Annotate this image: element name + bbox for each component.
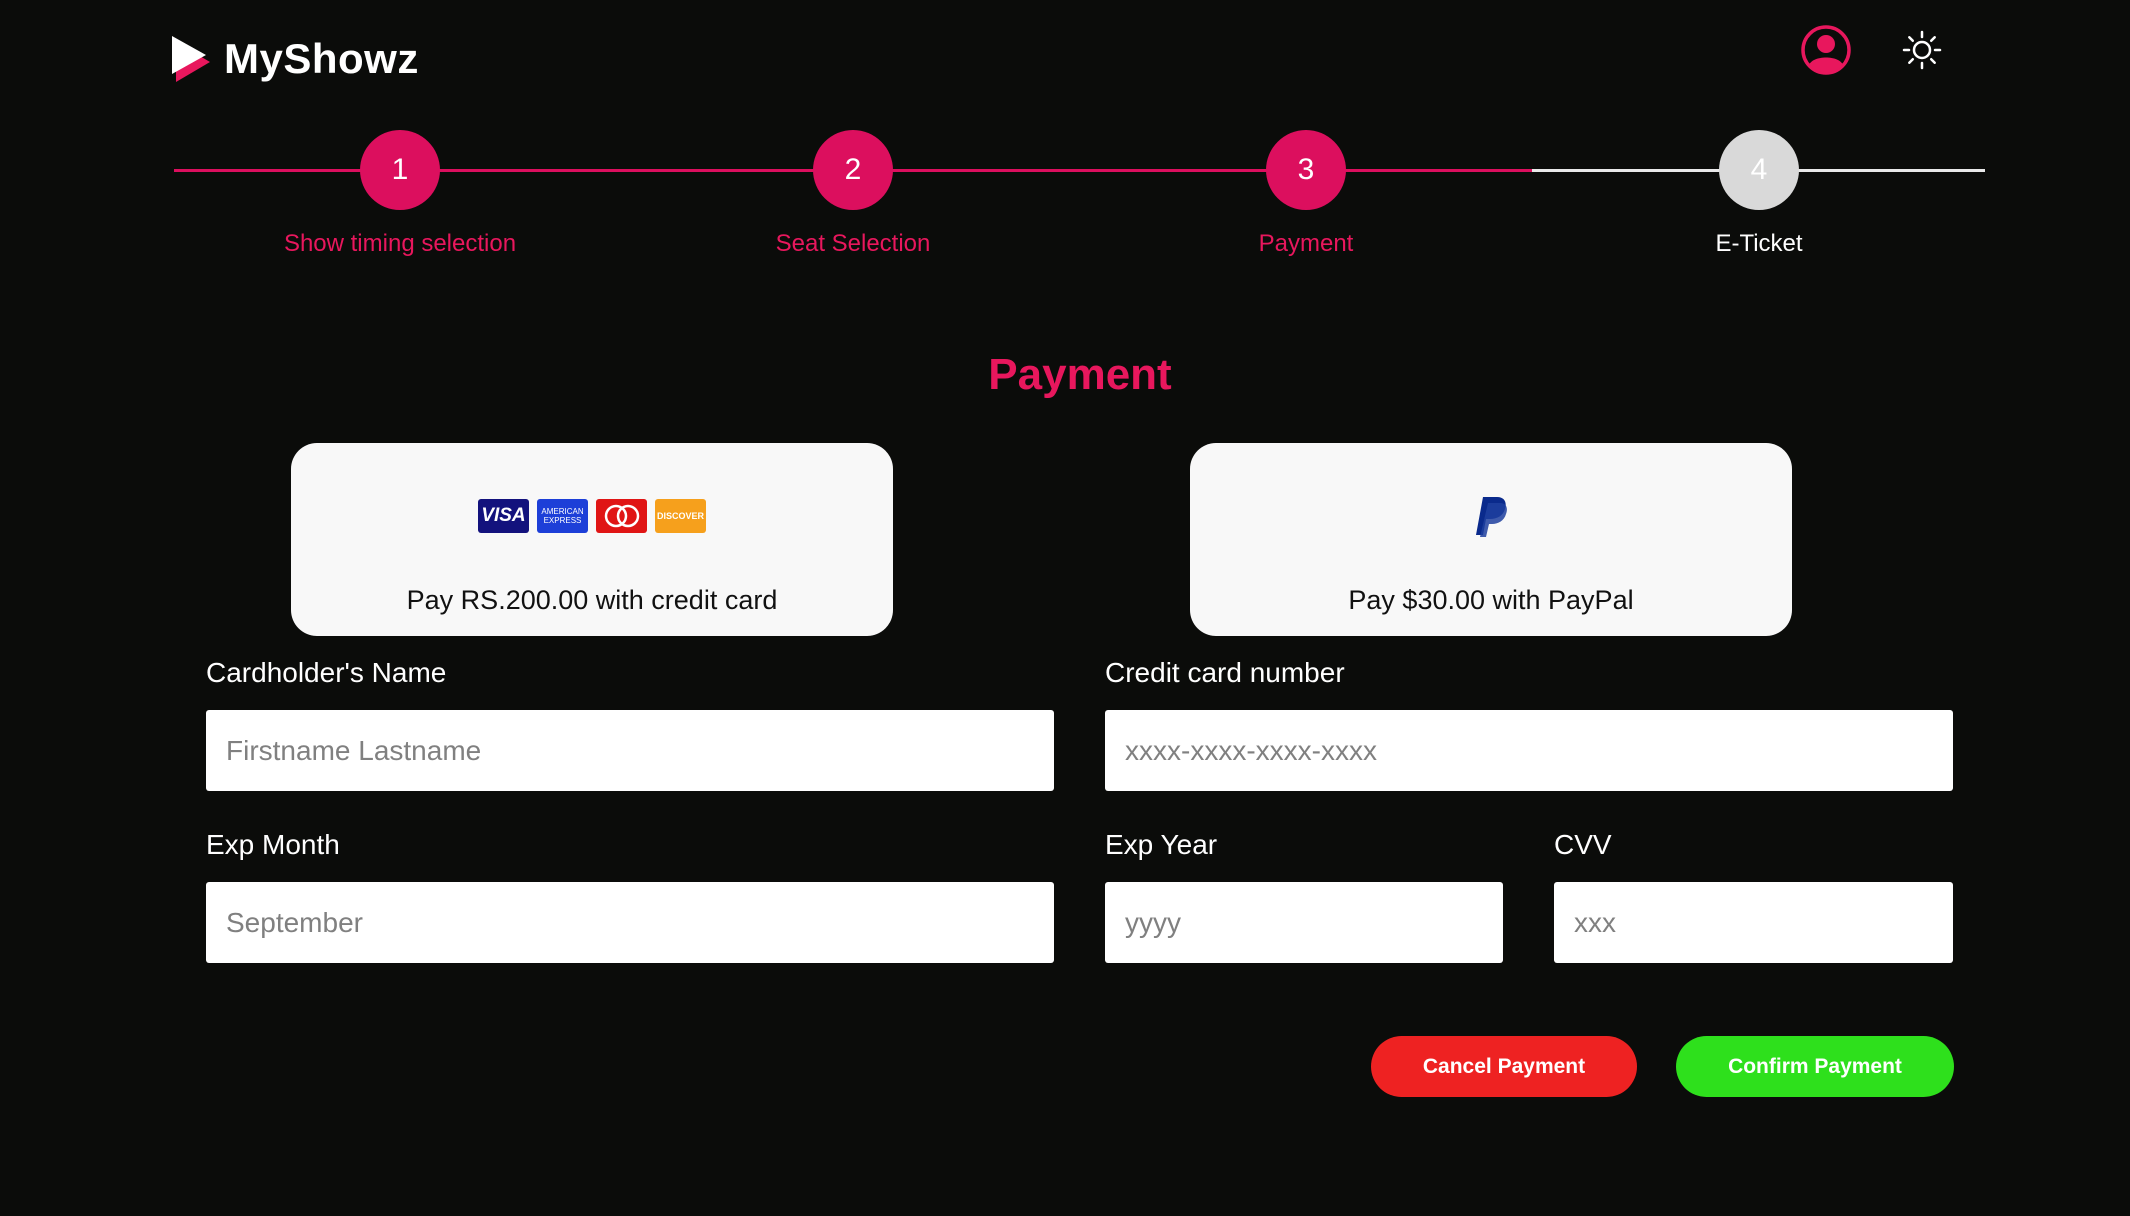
card-number-label: Credit card number [1105, 657, 1345, 688]
step-number-circle: 4 [1719, 130, 1799, 210]
card-brand-logos: VISA AMERICAN EXPRESS DISCOVER [478, 498, 706, 534]
step-e-ticket[interactable]: 4 E-Ticket [1559, 130, 1959, 258]
cvv-input[interactable] [1554, 882, 1953, 963]
payment-page: MyShowz 1 Show timing selection 2 Seat S… [0, 0, 2130, 1216]
step-label: Payment [1258, 230, 1354, 257]
step-seat-selection[interactable]: 2 Seat Selection [653, 130, 1053, 258]
cancel-payment-button[interactable]: Cancel Payment [1371, 1036, 1637, 1097]
step-label: Show timing selection [283, 230, 517, 257]
user-avatar-icon [1800, 24, 1852, 81]
user-account-button[interactable] [1798, 24, 1854, 80]
sun-theme-icon [1902, 30, 1942, 75]
booking-stepper: 1 Show timing selection 2 Seat Selection… [174, 130, 1985, 270]
step-label: E-Ticket [1715, 230, 1803, 257]
step-show-timing[interactable]: 1 Show timing selection [200, 130, 600, 258]
header-actions [1798, 24, 1950, 80]
paypal-icon [1473, 495, 1509, 537]
paypal-label: Pay $30.00 with PayPal [1348, 585, 1634, 615]
step-number-circle: 3 [1266, 130, 1346, 210]
brand-name: MyShowz [224, 35, 419, 82]
card-number-input[interactable] [1105, 710, 1953, 791]
visa-icon: VISA [478, 499, 529, 533]
page-title: Payment [988, 350, 1172, 399]
step-label: Seat Selection [775, 230, 931, 257]
exp-month-label: Exp Month [206, 829, 340, 860]
theme-toggle-button[interactable] [1894, 24, 1950, 80]
cvv-label: CVV [1554, 829, 1612, 860]
cardholder-name-label: Cardholder's Name [206, 657, 447, 688]
mastercard-icon [596, 499, 647, 533]
step-payment[interactable]: 3 Payment [1106, 130, 1506, 258]
discover-icon: DISCOVER [655, 499, 706, 533]
exp-year-label: Exp Year [1105, 829, 1218, 860]
exp-year-input[interactable] [1105, 882, 1503, 963]
credit-card-label: Pay RS.200.00 with credit card [406, 585, 778, 615]
brand-logo[interactable]: MyShowz [172, 34, 419, 84]
credit-card-option[interactable]: VISA AMERICAN EXPRESS DISCOVER Pay RS.20… [291, 443, 893, 636]
step-number-circle: 1 [360, 130, 440, 210]
play-logo-icon [172, 34, 214, 84]
cardholder-name-input[interactable] [206, 710, 1054, 791]
amex-icon: AMERICAN EXPRESS [537, 499, 588, 533]
exp-month-input[interactable] [206, 882, 1054, 963]
confirm-payment-button[interactable]: Confirm Payment [1676, 1036, 1954, 1097]
paypal-option[interactable]: Pay $30.00 with PayPal [1190, 443, 1792, 636]
step-number-circle: 2 [813, 130, 893, 210]
